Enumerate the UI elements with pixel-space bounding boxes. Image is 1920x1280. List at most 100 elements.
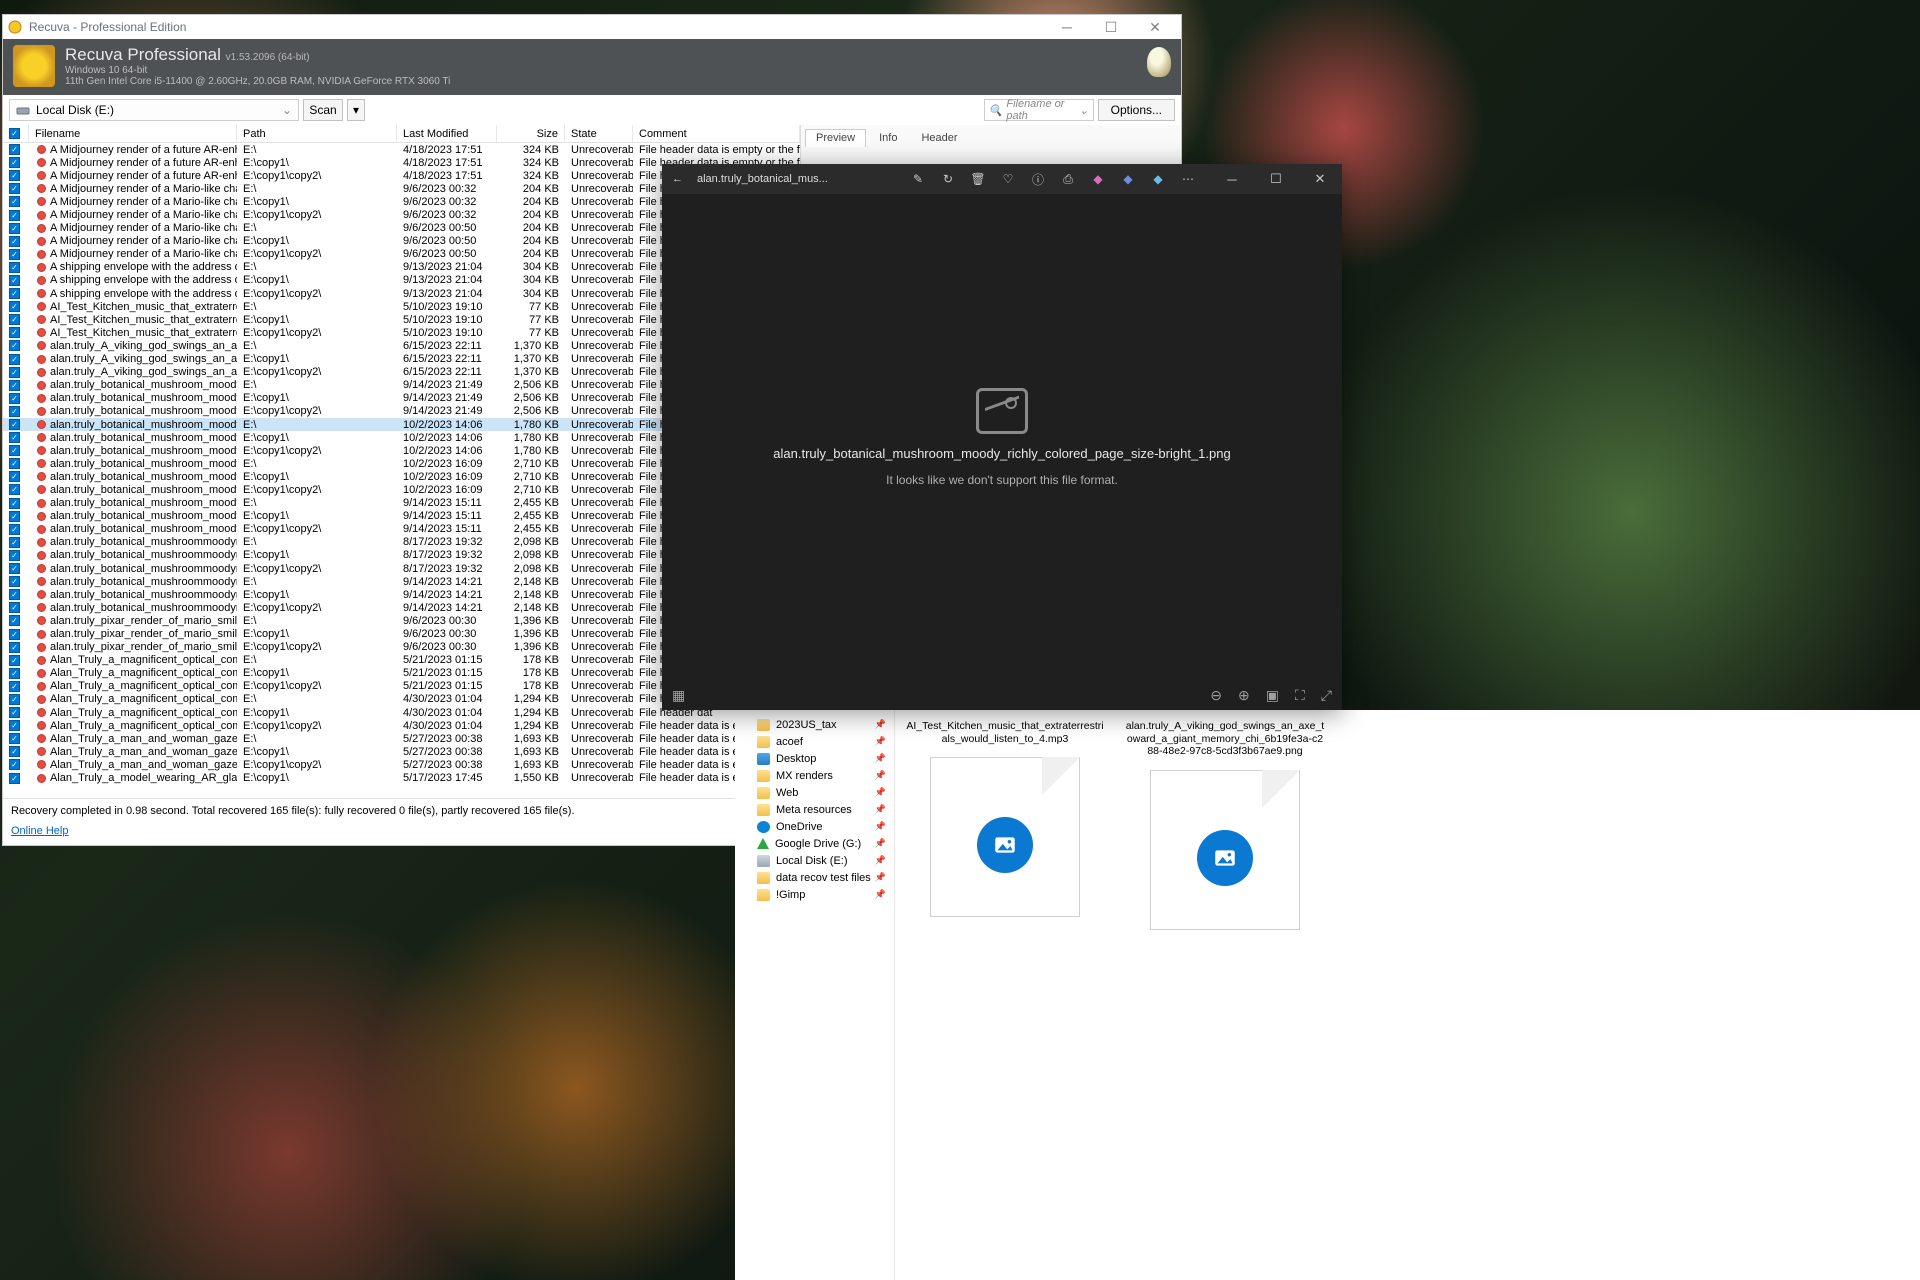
row-checkbox[interactable]: ✓ [9,314,20,325]
tab-header[interactable]: Header [910,129,968,147]
row-checkbox[interactable]: ✓ [9,327,20,338]
explorer-nav[interactable]: 2023US_tax📌acoef📌Desktop📌MX renders📌Web📌… [735,710,895,1280]
row-checkbox[interactable]: ✓ [9,668,20,679]
row-checkbox[interactable]: ✓ [9,432,20,443]
table-row[interactable]: ✓Alan_Truly_a_man_and_woman_gaze_with_wo… [3,758,800,771]
row-checkbox[interactable]: ✓ [9,249,20,260]
edit-icon[interactable]: ✎ [904,164,932,194]
row-checkbox[interactable]: ✓ [9,694,20,705]
col-state[interactable]: State [565,125,633,142]
row-checkbox[interactable]: ✓ [9,602,20,613]
delete-icon[interactable]: 🗑 [964,164,992,194]
more-icon[interactable]: ⋯ [1174,164,1202,194]
row-checkbox[interactable]: ✓ [9,183,20,194]
file-thumbnail[interactable]: alan.truly_A_viking_god_swings_an_axe_to… [1125,720,1325,1280]
row-checkbox[interactable]: ✓ [9,236,20,247]
checkbox-all[interactable]: ✓ [9,128,20,139]
nav-item[interactable]: Local Disk (E:)📌 [735,852,894,869]
row-checkbox[interactable]: ✓ [9,210,20,221]
options-button[interactable]: Options... [1098,99,1175,121]
row-checkbox[interactable]: ✓ [9,419,20,430]
close-button[interactable]: ✕ [1133,15,1177,39]
actual-size-icon[interactable]: ⛶ [1295,687,1305,704]
row-checkbox[interactable]: ✓ [9,563,20,574]
nav-item[interactable]: Google Drive (G:)📌 [735,835,894,852]
row-checkbox[interactable]: ✓ [9,707,20,718]
row-checkbox[interactable]: ✓ [9,537,20,548]
row-checkbox[interactable]: ✓ [9,380,20,391]
row-checkbox[interactable]: ✓ [9,157,20,168]
minimize-button[interactable]: ─ [1210,164,1254,194]
row-checkbox[interactable]: ✓ [9,681,20,692]
nav-item[interactable]: 2023US_tax📌 [735,716,894,733]
tab-preview[interactable]: Preview [805,129,866,147]
row-checkbox[interactable]: ✓ [9,471,20,482]
col-filename[interactable]: Filename [29,125,237,142]
lightbulb-icon[interactable] [1147,47,1171,77]
zoom-out-icon[interactable]: ⊖ [1210,687,1222,704]
scan-button[interactable]: Scan [303,99,343,121]
row-checkbox[interactable]: ✓ [9,615,20,626]
app3-icon[interactable]: ◆ [1144,164,1172,194]
table-row[interactable]: ✓Alan_Truly_a_magnificent_optical_comput… [3,719,800,732]
table-row[interactable]: ✓A Midjourney render of a future AR-enha… [3,143,800,156]
row-checkbox[interactable]: ✓ [9,275,20,286]
tab-info[interactable]: Info [868,129,908,147]
nav-item[interactable]: !Gimp📌 [735,886,894,903]
nav-item[interactable]: Desktop📌 [735,750,894,767]
filter-input[interactable]: 🔍 Filename or path ⌄ [984,99,1094,121]
fit-icon[interactable]: ▣ [1266,687,1279,704]
row-checkbox[interactable]: ✓ [9,498,20,509]
row-checkbox[interactable]: ✓ [9,576,20,587]
row-checkbox[interactable]: ✓ [9,223,20,234]
close-button[interactable]: ✕ [1298,164,1342,194]
col-size[interactable]: Size [497,125,565,142]
row-checkbox[interactable]: ✓ [9,445,20,456]
nav-item[interactable]: Web📌 [735,784,894,801]
col-path[interactable]: Path [237,125,397,142]
minimize-button[interactable]: ─ [1045,15,1089,39]
row-checkbox[interactable]: ✓ [9,524,20,535]
table-row[interactable]: ✓Alan_Truly_a_man_and_woman_gaze_with_wo… [3,732,800,745]
favorite-icon[interactable]: ♡ [994,164,1022,194]
row-checkbox[interactable]: ✓ [9,759,20,770]
app2-icon[interactable]: ◆ [1114,164,1142,194]
row-checkbox[interactable]: ✓ [9,629,20,640]
col-check[interactable]: ✓ [3,125,29,142]
file-thumbnail[interactable]: AI_Test_Kitchen_music_that_extraterrestr… [905,720,1105,1280]
row-checkbox[interactable]: ✓ [9,288,20,299]
filmstrip-icon[interactable]: ▦ [672,687,685,704]
recuva-titlebar[interactable]: Recuva - Professional Edition ─ ☐ ✕ [3,15,1181,39]
nav-item[interactable]: OneDrive📌 [735,818,894,835]
row-checkbox[interactable]: ✓ [9,144,20,155]
row-checkbox[interactable]: ✓ [9,720,20,731]
table-row[interactable]: ✓Alan_Truly_a_man_and_woman_gaze_with_wo… [3,745,800,758]
zoom-in-icon[interactable]: ⊕ [1238,687,1250,704]
nav-item[interactable]: acoef📌 [735,733,894,750]
scan-dropdown[interactable]: ▾ [347,99,365,121]
rotate-icon[interactable]: ↻ [934,164,962,194]
row-checkbox[interactable]: ✓ [9,196,20,207]
row-checkbox[interactable]: ✓ [9,733,20,744]
row-checkbox[interactable]: ✓ [9,301,20,312]
row-checkbox[interactable]: ✓ [9,746,20,757]
row-checkbox[interactable]: ✓ [9,354,20,365]
nav-item[interactable]: MX renders📌 [735,767,894,784]
row-checkbox[interactable]: ✓ [9,262,20,273]
nav-item[interactable]: data recov test files📌 [735,869,894,886]
row-checkbox[interactable]: ✓ [9,589,20,600]
row-checkbox[interactable]: ✓ [9,340,20,351]
info-icon[interactable]: ⓘ [1024,164,1052,194]
row-checkbox[interactable]: ✓ [9,773,20,784]
row-checkbox[interactable]: ✓ [9,393,20,404]
row-checkbox[interactable]: ✓ [9,484,20,495]
explorer-main[interactable]: AI_Test_Kitchen_music_that_extraterrestr… [895,710,1920,1280]
row-checkbox[interactable]: ✓ [9,406,20,417]
row-checkbox[interactable]: ✓ [9,550,20,561]
row-checkbox[interactable]: ✓ [9,511,20,522]
maximize-button[interactable]: ☐ [1089,15,1133,39]
row-checkbox[interactable]: ✓ [9,655,20,666]
app1-icon[interactable]: ◆ [1084,164,1112,194]
row-checkbox[interactable]: ✓ [9,170,20,181]
table-row[interactable]: ✓Alan_Truly_a_model_wearing_AR_glasses_o… [3,772,800,785]
